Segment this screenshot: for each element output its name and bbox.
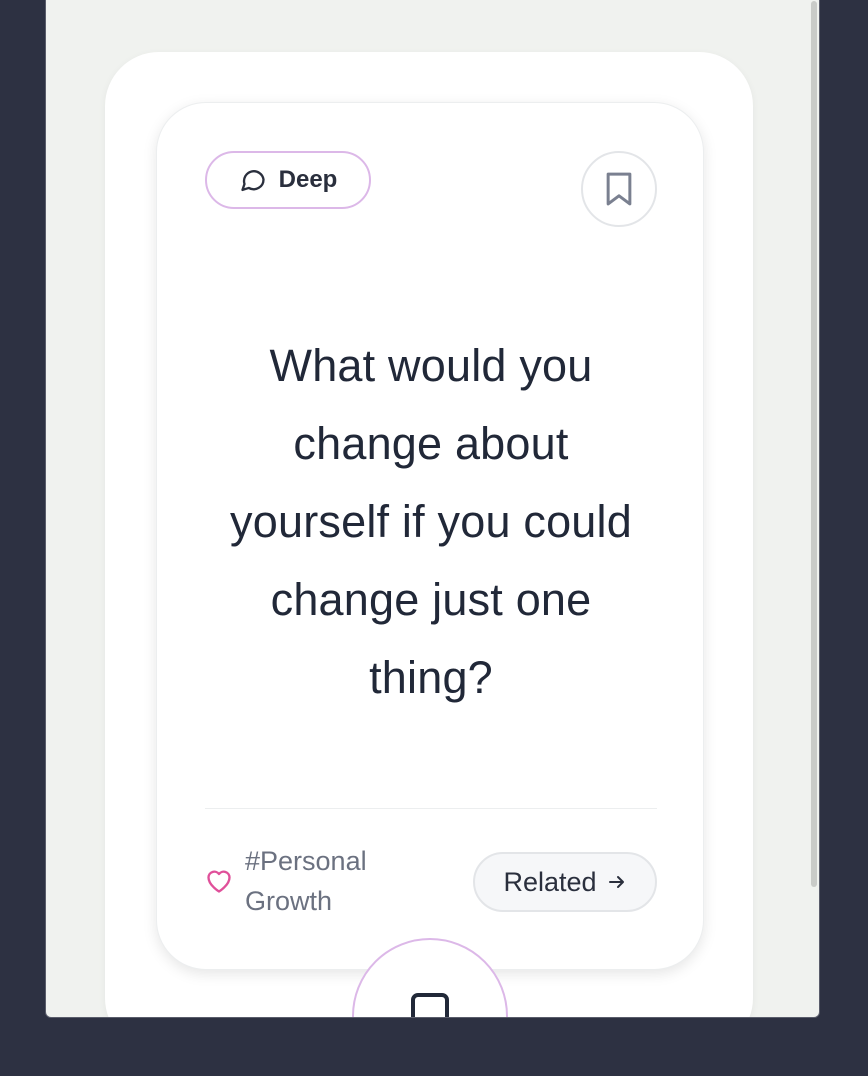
category-chip[interactable]: Deep xyxy=(205,151,371,209)
app-viewport: Deep What would you change about yoursel… xyxy=(45,0,820,1018)
category-chip-label: Deep xyxy=(278,166,338,193)
heart-icon xyxy=(207,870,231,893)
question-text: What would you change about yourself if … xyxy=(230,340,632,703)
related-button[interactable]: Related xyxy=(473,852,657,912)
bookmark-icon xyxy=(411,993,449,1017)
bookmark-icon xyxy=(606,172,632,206)
topic-tag[interactable]: #Personal Growth xyxy=(205,841,405,921)
question-card: Deep What would you change about yoursel… xyxy=(156,102,704,970)
speech-bubble-icon xyxy=(240,170,265,192)
topic-tag-label: #Personal Growth xyxy=(245,846,367,916)
divider xyxy=(205,808,657,809)
related-button-label: Related xyxy=(503,866,597,897)
bookmark-button[interactable] xyxy=(581,151,657,227)
scrollbar[interactable] xyxy=(811,1,817,887)
arrow-right-icon xyxy=(608,876,624,888)
